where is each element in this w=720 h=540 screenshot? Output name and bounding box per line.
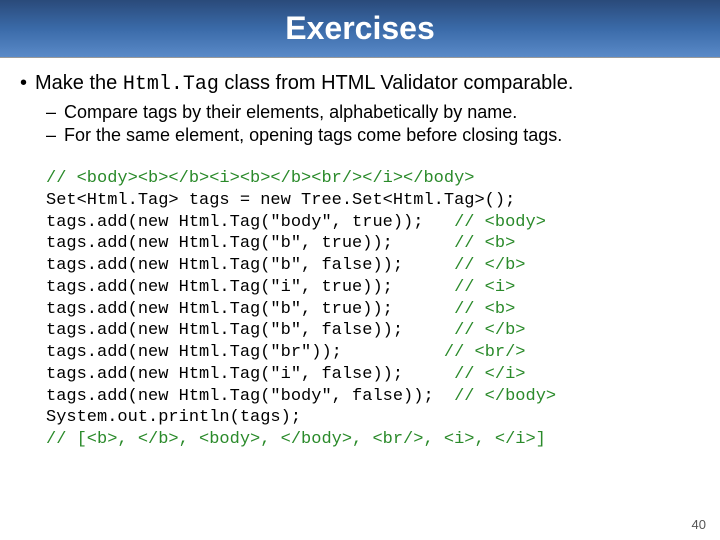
code-line: tags.add(new Html.Tag("b", false));	[46, 321, 403, 340]
code-line: tags.add(new Html.Tag("br"));	[46, 343, 342, 362]
slide-title: Exercises	[285, 10, 434, 47]
code-pad	[393, 300, 454, 319]
code-comment: // </b>	[454, 321, 525, 340]
bullet-sub-2: – For the same element, opening tags com…	[46, 125, 710, 146]
title-bar: Exercises	[0, 0, 720, 58]
code-comment: // <br/>	[444, 343, 526, 362]
code-line: tags.add(new Html.Tag("body", false));	[46, 387, 434, 406]
slide-content: • Make the Html.Tag class from HTML Vali…	[0, 58, 720, 451]
dash-icon: –	[46, 125, 56, 146]
bullet-code: Html.Tag	[123, 73, 219, 96]
code-comment: // <i>	[454, 278, 515, 297]
dash-icon: –	[46, 102, 56, 123]
code-pad	[403, 365, 454, 384]
code-line: System.out.println(tags);	[46, 408, 301, 427]
code-pad	[342, 343, 444, 362]
code-comment: // [<b>, </b>, <body>, </body>, <br/>, <…	[46, 430, 546, 449]
code-comment: // <body>	[454, 213, 546, 232]
page-number: 40	[692, 517, 706, 532]
bullet-sub-1: – Compare tags by their elements, alphab…	[46, 102, 710, 123]
code-comment: // </i>	[454, 365, 525, 384]
bullet-dot: •	[20, 72, 27, 95]
bullet-sub-text: For the same element, opening tags come …	[64, 125, 562, 146]
code-comment: // <b>	[454, 234, 515, 253]
bullet-main: • Make the Html.Tag class from HTML Vali…	[20, 72, 710, 96]
code-pad	[403, 256, 454, 275]
code-comment: // <body><b></b><i><b></b><br/></i></bod…	[46, 169, 474, 188]
code-line: tags.add(new Html.Tag("i", false));	[46, 365, 403, 384]
code-pad	[434, 387, 454, 406]
code-pad	[393, 234, 454, 253]
bullet-main-text: Make the Html.Tag class from HTML Valida…	[35, 72, 573, 96]
code-pad	[403, 321, 454, 340]
code-comment: // </b>	[454, 256, 525, 275]
bullet-sub-text: Compare tags by their elements, alphabet…	[64, 102, 517, 123]
bullet-prefix: Make the	[35, 72, 123, 94]
bullet-suffix: class from HTML Validator comparable.	[219, 72, 574, 94]
code-line: Set<Html.Tag> tags = new Tree.Set<Html.T…	[46, 191, 515, 210]
code-comment: // </body>	[454, 387, 556, 406]
code-comment: // <b>	[454, 300, 515, 319]
code-line: tags.add(new Html.Tag("i", true));	[46, 278, 393, 297]
code-pad	[393, 278, 454, 297]
code-line: tags.add(new Html.Tag("body", true));	[46, 213, 423, 232]
code-line: tags.add(new Html.Tag("b", true));	[46, 234, 393, 253]
code-line: tags.add(new Html.Tag("b", false));	[46, 256, 403, 275]
code-line: tags.add(new Html.Tag("b", true));	[46, 300, 393, 319]
code-block: // <body><b></b><i><b></b><br/></i></bod…	[46, 168, 710, 451]
code-pad	[423, 213, 454, 232]
